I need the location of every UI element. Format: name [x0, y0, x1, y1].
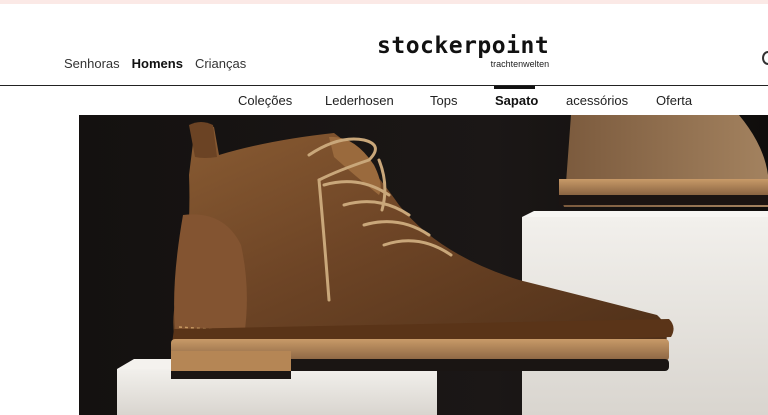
- site-header: Senhoras Homens Crianças stockerpoint tr…: [0, 4, 768, 86]
- gender-nav-item-homens[interactable]: Homens: [132, 56, 183, 71]
- category-nav-item-sapato[interactable]: Sapato: [495, 93, 538, 108]
- search-icon[interactable]: [762, 51, 768, 65]
- gender-nav: Senhoras Homens Crianças: [64, 56, 258, 71]
- site-logo[interactable]: stockerpoint trachtenwelten: [377, 34, 549, 69]
- hero-boot-image: [79, 115, 768, 415]
- category-nav-item-acessorios[interactable]: acessórios: [566, 93, 628, 108]
- category-nav-item-lederhosen[interactable]: Lederhosen: [325, 93, 394, 108]
- active-category-indicator: [494, 86, 535, 89]
- logo-tagline: trachtenwelten: [490, 59, 550, 69]
- logo-wordmark: stockerpoint: [377, 33, 550, 59]
- category-nav: Coleções Lederhosen Tops Sapato acessóri…: [0, 86, 768, 115]
- gender-nav-item-senhoras[interactable]: Senhoras: [64, 56, 120, 71]
- category-nav-item-tops[interactable]: Tops: [430, 93, 457, 108]
- hero-banner[interactable]: [79, 115, 768, 415]
- category-nav-item-oferta[interactable]: Oferta: [656, 93, 692, 108]
- category-nav-item-colecoes[interactable]: Coleções: [238, 93, 292, 108]
- gender-nav-item-criancas[interactable]: Crianças: [195, 56, 246, 71]
